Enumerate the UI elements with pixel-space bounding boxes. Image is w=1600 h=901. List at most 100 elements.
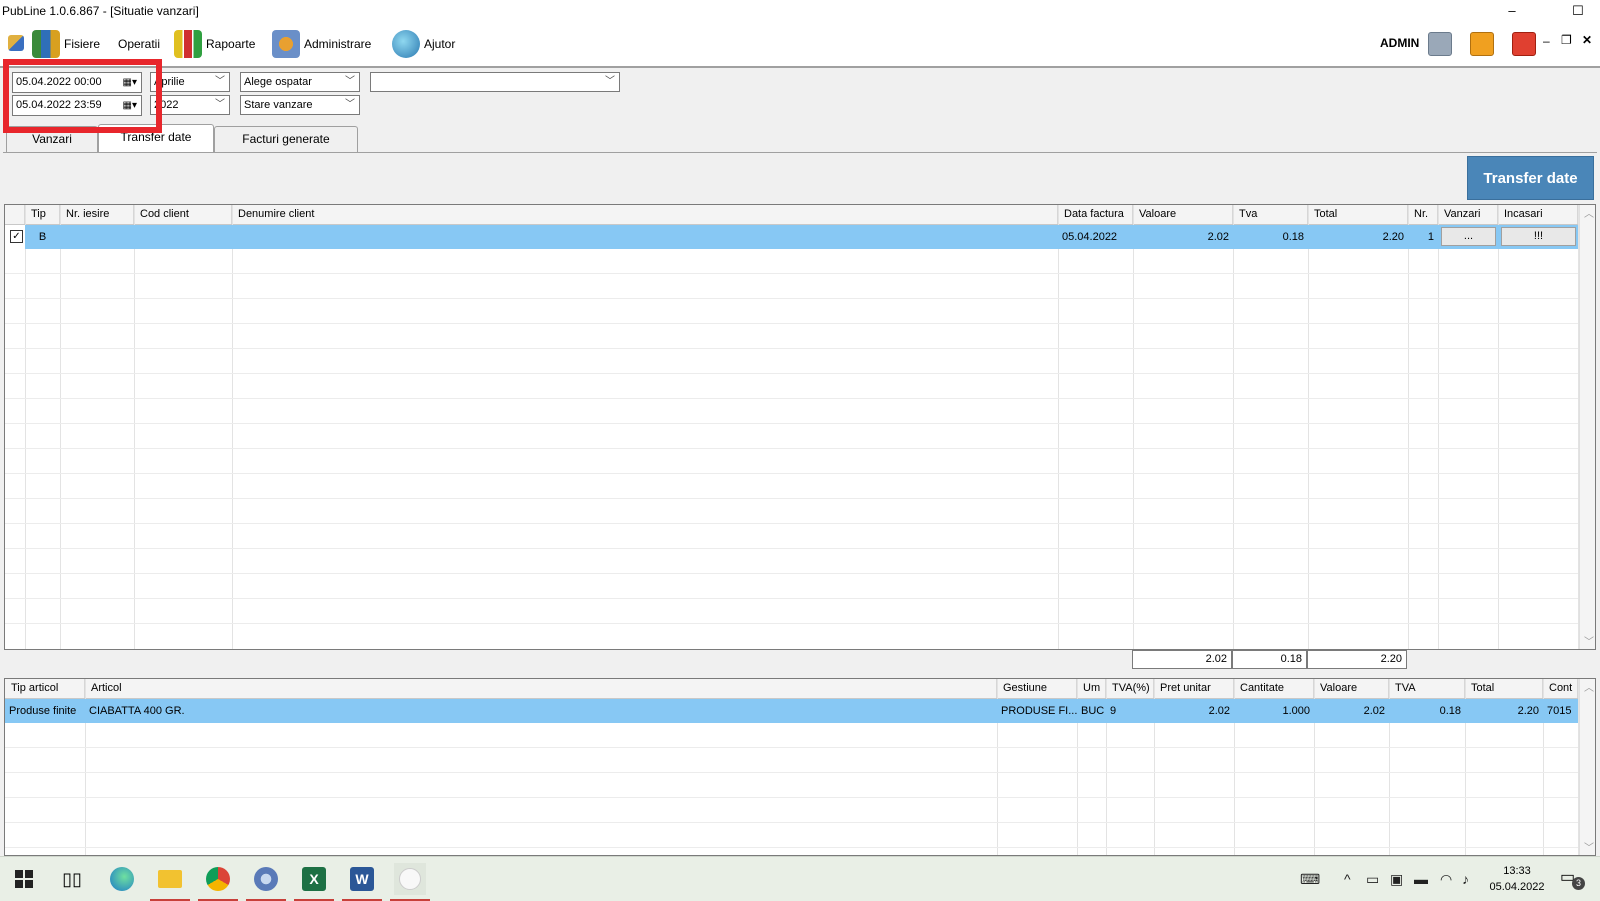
- scroll-down-icon[interactable]: ﹀: [1584, 633, 1594, 648]
- col-denumire-client[interactable]: Denumire client: [232, 205, 1058, 224]
- cell-tva: 0.18: [1282, 231, 1304, 243]
- network-device-icon[interactable]: ▭: [1366, 857, 1379, 901]
- scroll-up-icon[interactable]: ︿: [1584, 679, 1594, 694]
- col-tva[interactable]: TVA: [1389, 679, 1465, 698]
- month-select[interactable]: Aprilie ﹀: [150, 72, 230, 92]
- col-tip-articol[interactable]: Tip articol: [5, 679, 85, 698]
- menu-administrare-label: Administrare: [304, 37, 372, 51]
- cell-cantitate: 1.000: [1282, 705, 1310, 717]
- sales-grid: Tip Nr. iesire Cod client Denumire clien…: [4, 204, 1596, 650]
- keyboard-layout-icon[interactable]: ⌨: [1300, 857, 1320, 901]
- col-vanzari[interactable]: Vanzari: [1438, 205, 1498, 224]
- chevron-down-icon: ﹀: [345, 76, 355, 87]
- menu-administrare[interactable]: Administrare: [272, 22, 371, 66]
- col-tva[interactable]: Tva: [1233, 205, 1308, 224]
- chrome-icon[interactable]: [198, 863, 238, 901]
- title-bar: PubLine 1.0.6.867 - [Situatie vanzari] –…: [0, 0, 1600, 22]
- window-title: PubLine 1.0.6.867 - [Situatie vanzari]: [2, 4, 199, 18]
- col-total[interactable]: Total: [1465, 679, 1543, 698]
- help-globe-icon: [392, 30, 420, 58]
- col-tva-pct[interactable]: TVA(%): [1106, 679, 1154, 698]
- tab-facturi-generate[interactable]: Facturi generate: [214, 126, 358, 152]
- chevron-up-icon[interactable]: ^: [1344, 857, 1351, 901]
- vanzari-details-button[interactable]: ...: [1441, 227, 1496, 246]
- inner-restore-button[interactable]: ❐: [1561, 33, 1572, 47]
- power-icon[interactable]: [1512, 32, 1536, 56]
- col-cod-client[interactable]: Cod client: [134, 205, 232, 224]
- menu-rapoarte-label: Rapoarte: [206, 37, 256, 51]
- cell-valoare: 2.02: [1207, 231, 1229, 243]
- col-nr[interactable]: Nr.: [1408, 205, 1438, 224]
- col-valoare[interactable]: Valoare: [1133, 205, 1233, 224]
- extra-select[interactable]: ﹀: [370, 72, 620, 92]
- vertical-scrollbar[interactable]: ︿ ﹀: [1579, 205, 1595, 649]
- taskbar: ▯▯ X W ⌨ ^ ▭ ▣ ▬ ◠ ♪ 13:33 05.04.2022 ▭ …: [0, 856, 1600, 901]
- articles-grid: Tip articol Articol Gestiune Um TVA(%) P…: [4, 678, 1596, 856]
- cell-gestiune: PRODUSE FI...: [1001, 705, 1077, 717]
- col-tip[interactable]: Tip: [25, 205, 60, 224]
- display-icon[interactable]: ▣: [1390, 857, 1403, 901]
- col-articol[interactable]: Articol: [85, 679, 997, 698]
- bar-chart-icon: [174, 30, 202, 58]
- minimize-button[interactable]: –: [1490, 0, 1534, 22]
- user-label: ADMIN: [1380, 36, 1420, 50]
- app-icon: [8, 35, 24, 51]
- transfer-date-button[interactable]: Transfer date: [1467, 156, 1594, 200]
- col-pret-unitar[interactable]: Pret unitar: [1154, 679, 1234, 698]
- books-icon: [32, 30, 60, 58]
- year-select[interactable]: 2022 ﹀: [150, 95, 230, 115]
- switch-user-icon[interactable]: [1428, 32, 1452, 56]
- cell-cont: 7015: [1547, 705, 1572, 717]
- incasari-details-button[interactable]: !!!: [1501, 227, 1576, 246]
- highlight-box: [3, 59, 162, 133]
- cell-total: 2.20: [1382, 231, 1404, 243]
- inner-close-button[interactable]: ✕: [1582, 33, 1592, 47]
- clock[interactable]: 13:33 05.04.2022: [1482, 863, 1552, 895]
- menu-rapoarte[interactable]: Rapoarte: [174, 22, 255, 66]
- col-cantitate[interactable]: Cantitate: [1234, 679, 1314, 698]
- excel-icon[interactable]: X: [294, 863, 334, 901]
- menu-operatii-label: Operatii: [118, 37, 161, 51]
- cell-data-factura: 05.04.2022: [1062, 231, 1118, 243]
- cell-tva-pct: 9: [1110, 705, 1117, 717]
- cell-pret-unitar: 2.02: [1208, 705, 1230, 717]
- col-valoare[interactable]: Valoare: [1314, 679, 1389, 698]
- wifi-icon[interactable]: ◠: [1440, 857, 1452, 901]
- col-incasari[interactable]: Incasari: [1498, 205, 1578, 224]
- task-view-icon[interactable]: ▯▯: [56, 863, 88, 895]
- publine-app-icon[interactable]: [390, 863, 430, 901]
- chevron-down-icon: ﹀: [215, 99, 225, 110]
- battery-icon[interactable]: ▬: [1414, 857, 1428, 901]
- col-data-factura[interactable]: Data factura: [1058, 205, 1133, 224]
- word-icon[interactable]: W: [342, 863, 382, 901]
- scroll-down-icon[interactable]: ﹀: [1584, 839, 1594, 854]
- notification-center-icon[interactable]: ▭ 3: [1560, 867, 1585, 890]
- waiter-value: Alege ospatar: [244, 76, 312, 88]
- maximize-button[interactable]: ☐: [1556, 0, 1600, 22]
- col-gestiune[interactable]: Gestiune: [997, 679, 1077, 698]
- scroll-up-icon[interactable]: ︿: [1584, 205, 1594, 220]
- vertical-scrollbar[interactable]: ︿ ﹀: [1579, 679, 1595, 855]
- file-explorer-icon[interactable]: [150, 863, 190, 901]
- col-nr-iesire[interactable]: Nr. iesire: [60, 205, 134, 224]
- chevron-down-icon: ﹀: [605, 76, 615, 87]
- windows-start-icon[interactable]: [8, 863, 40, 895]
- total-total: 2.20: [1307, 650, 1407, 669]
- waiter-select[interactable]: Alege ospatar ﹀: [240, 72, 360, 92]
- cell-um: BUC: [1081, 705, 1105, 717]
- cell-denumire: [232, 225, 1058, 249]
- key-icon[interactable]: [1470, 32, 1494, 56]
- edge-browser-icon[interactable]: [106, 863, 138, 895]
- cell-tva: 0.18: [1439, 705, 1461, 717]
- col-um[interactable]: Um: [1077, 679, 1106, 698]
- gear-app-icon[interactable]: [246, 863, 286, 901]
- menu-ajutor[interactable]: Ajutor: [392, 22, 455, 66]
- col-cont[interactable]: Cont: [1543, 679, 1578, 698]
- col-check: [5, 205, 25, 224]
- volume-icon[interactable]: ♪: [1462, 857, 1469, 901]
- inner-minimize-button[interactable]: ‒: [1543, 34, 1550, 48]
- row-checkbox[interactable]: ✓: [10, 230, 23, 243]
- chevron-down-icon: ﹀: [345, 99, 355, 110]
- sale-state-select[interactable]: Stare vanzare ﹀: [240, 95, 360, 115]
- col-total[interactable]: Total: [1308, 205, 1408, 224]
